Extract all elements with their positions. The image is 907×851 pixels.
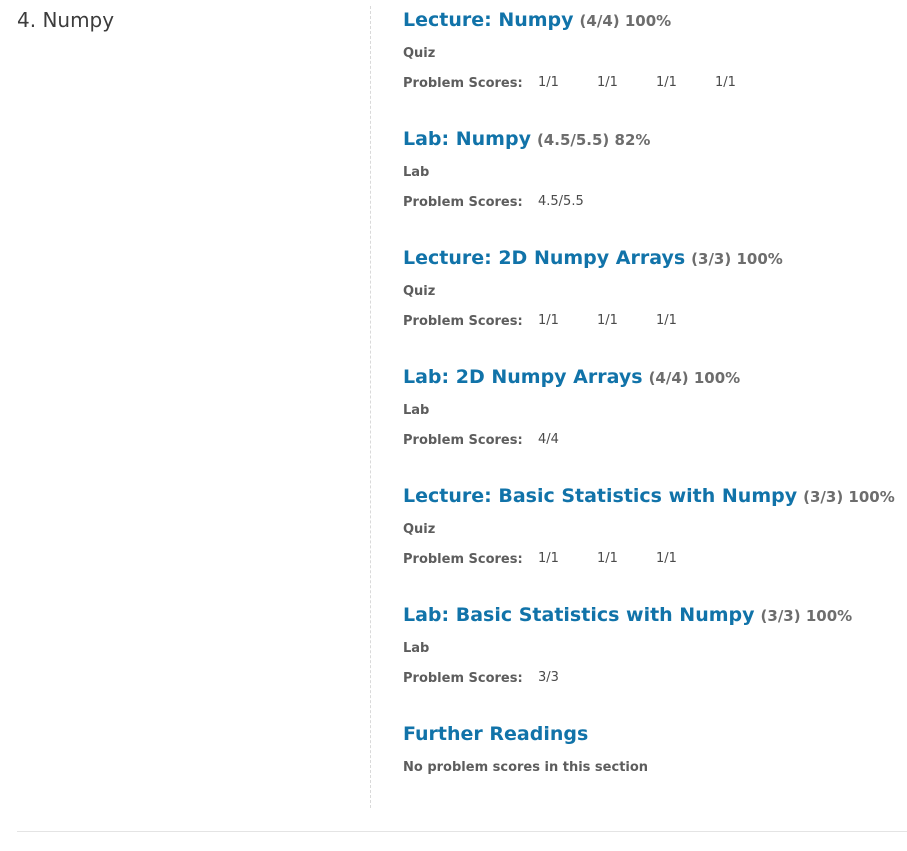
vertical-divider — [370, 6, 371, 808]
problem-scores-label: Problem Scores: — [403, 432, 523, 448]
problem-score: 4/4 — [538, 431, 559, 447]
problem-score: 1/1 — [538, 74, 559, 90]
problem-score: 1/1 — [656, 74, 677, 90]
section-heading: Lab: Basic Statistics with Numpy (3/3) 10… — [403, 603, 903, 633]
section-link-lecture-basic-statistics[interactable]: Lecture: Basic Statistics with Numpy — [403, 485, 797, 507]
problem-score: 1/1 — [656, 312, 677, 328]
problem-scores-label: Problem Scores: — [403, 670, 523, 686]
section-list: Lecture: Numpy (4/4) 100% Quiz Problem Sc… — [403, 8, 903, 841]
section-lecture-basic-statistics: Lecture: Basic Statistics with Numpy (3/3… — [403, 484, 903, 603]
section-heading: Further Readings — [403, 722, 903, 752]
problem-score: 1/1 — [597, 312, 618, 328]
problem-scores-row: Problem Scores: 1/1 1/1 1/1 — [403, 550, 903, 568]
section-lab-basic-statistics: Lab: Basic Statistics with Numpy (3/3) 10… — [403, 603, 903, 722]
section-lab-numpy: Lab: Numpy (4.5/5.5) 82% Lab Problem Scor… — [403, 127, 903, 246]
problem-score: 1/1 — [538, 312, 559, 328]
section-score: (4/4) 100% — [648, 369, 741, 387]
section-score: (4.5/5.5) 82% — [536, 131, 651, 149]
problem-score: 4.5/5.5 — [538, 193, 584, 209]
section-score: (3/3) 100% — [803, 488, 895, 506]
section-score: (3/3) 100% — [691, 250, 783, 268]
section-score: (4/4) 100% — [579, 12, 672, 30]
problem-score: 1/1 — [597, 74, 618, 90]
chapter-title: 4. Numpy — [17, 8, 115, 32]
section-type: Quiz — [403, 46, 436, 61]
section-heading: Lab: 2D Numpy Arrays (4/4) 100% — [403, 365, 903, 395]
problem-scores-label: Problem Scores: — [403, 313, 523, 329]
problem-score: 1/1 — [656, 550, 677, 566]
section-type: Lab — [403, 165, 430, 180]
problem-scores-row: Problem Scores: 1/1 1/1 1/1 — [403, 312, 903, 330]
problem-scores-row: Problem Scores: 4.5/5.5 — [403, 193, 903, 211]
section-link-lab-numpy[interactable]: Lab: Numpy — [403, 128, 531, 150]
problem-scores-label: Problem Scores: — [403, 194, 523, 210]
problem-scores-label: Problem Scores: — [403, 551, 523, 567]
section-link-lab-basic-statistics[interactable]: Lab: Basic Statistics with Numpy — [403, 604, 755, 626]
problem-scores-label: Problem Scores: — [403, 75, 523, 91]
section-heading: Lecture: Basic Statistics with Numpy (3/3… — [403, 484, 903, 514]
section-type: Quiz — [403, 284, 436, 299]
section-type: Lab — [403, 641, 430, 656]
bottom-divider — [17, 831, 907, 832]
section-type: Lab — [403, 403, 430, 418]
problem-score: 1/1 — [538, 550, 559, 566]
no-scores-message: No problem scores in this section — [403, 760, 649, 775]
problem-scores-row: Problem Scores: 3/3 — [403, 669, 903, 687]
section-lab-2d-numpy-arrays: Lab: 2D Numpy Arrays (4/4) 100% Lab Probl… — [403, 365, 903, 484]
problem-score: 1/1 — [597, 550, 618, 566]
section-further-readings: Further Readings No problem scores in th… — [403, 722, 903, 841]
problem-scores-row: Problem Scores: 1/1 1/1 1/1 1/1 — [403, 74, 903, 92]
section-link-lab-2d-numpy-arrays[interactable]: Lab: 2D Numpy Arrays — [403, 366, 643, 388]
problem-score: 1/1 — [715, 74, 736, 90]
section-lecture-2d-numpy-arrays: Lecture: 2D Numpy Arrays (3/3) 100% Quiz … — [403, 246, 903, 365]
section-type: Quiz — [403, 522, 436, 537]
section-link-lecture-numpy[interactable]: Lecture: Numpy — [403, 9, 574, 31]
section-link-lecture-2d-numpy-arrays[interactable]: Lecture: 2D Numpy Arrays — [403, 247, 685, 269]
section-link-further-readings[interactable]: Further Readings — [403, 723, 588, 745]
section-lecture-numpy: Lecture: Numpy (4/4) 100% Quiz Problem Sc… — [403, 8, 903, 127]
problem-score: 3/3 — [538, 669, 559, 685]
section-heading: Lab: Numpy (4.5/5.5) 82% — [403, 127, 903, 157]
section-heading: Lecture: Numpy (4/4) 100% — [403, 8, 903, 38]
section-score: (3/3) 100% — [760, 607, 853, 625]
problem-scores-row: Problem Scores: 4/4 — [403, 431, 903, 449]
section-heading: Lecture: 2D Numpy Arrays (3/3) 100% — [403, 246, 903, 276]
